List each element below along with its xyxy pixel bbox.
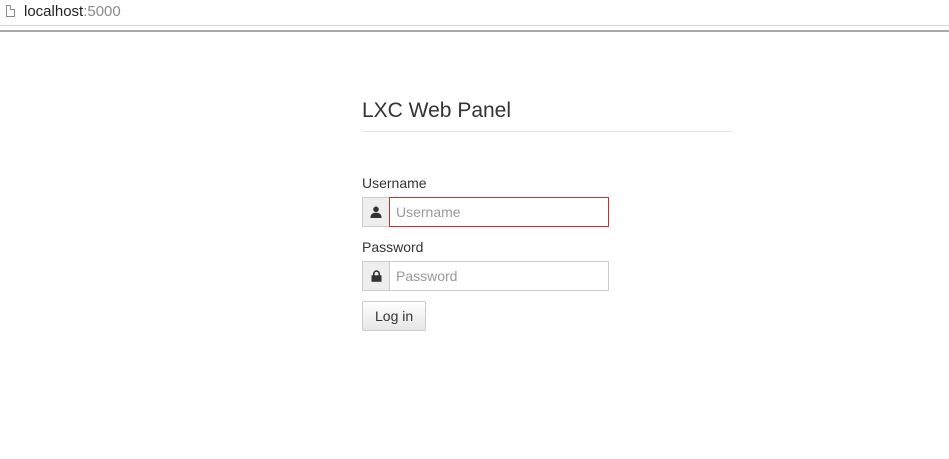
password-input[interactable] <box>389 261 609 291</box>
username-input-group <box>362 197 609 227</box>
url-text[interactable]: localhost:5000 <box>24 3 121 21</box>
username-label: Username <box>362 175 427 191</box>
login-panel: LXC Web Panel Username Password Log in <box>362 98 732 331</box>
login-button[interactable]: Log in <box>362 301 427 331</box>
user-icon <box>362 197 389 227</box>
address-bar[interactable]: localhost:5000 <box>0 0 949 26</box>
url-port: :5000 <box>83 3 121 20</box>
toolbar-divider <box>0 30 949 32</box>
password-label: Password <box>362 239 424 255</box>
url-host: localhost <box>24 3 84 20</box>
username-input[interactable] <box>389 197 609 227</box>
page-title: LXC Web Panel <box>362 98 732 132</box>
password-input-group <box>362 261 609 291</box>
lock-icon <box>362 261 389 291</box>
page-icon <box>6 5 15 17</box>
